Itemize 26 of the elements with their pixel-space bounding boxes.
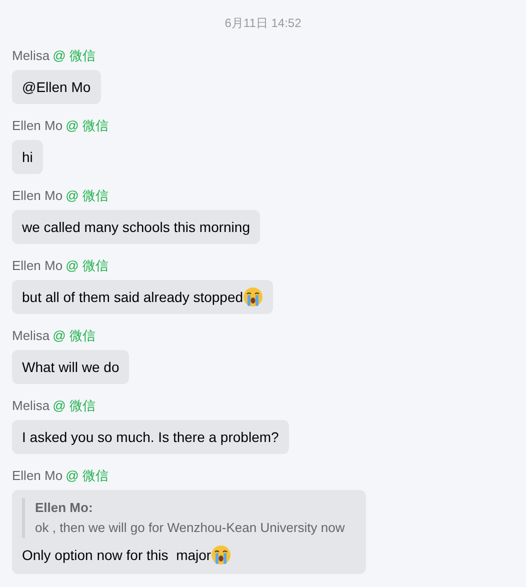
source-label: @ 微信 <box>66 467 108 486</box>
source-label: @ 微信 <box>52 47 96 66</box>
message-text: @Ellen Mo <box>22 78 91 96</box>
crying-face-icon <box>211 545 232 565</box>
message-text: but all of them said already stopped <box>22 288 244 307</box>
source-label: @ 微信 <box>66 117 108 136</box>
sender-name: Ellen Mo <box>12 257 63 276</box>
source-label: @ 微信 <box>66 257 108 276</box>
crying-face-icon <box>243 287 264 307</box>
source-label: @ 微信 <box>66 187 108 206</box>
quote-author: Ellen Mo: <box>35 499 94 517</box>
message-text: What will we do <box>22 358 120 376</box>
sender-name: Melisa <box>12 327 50 346</box>
timestamp: 6月11日 14:52 <box>224 15 302 31</box>
source-label: @ 微信 <box>52 397 96 416</box>
message-text: hi <box>22 148 33 166</box>
sender-name: Melisa <box>12 397 50 416</box>
source-label: @ 微信 <box>52 327 96 346</box>
message-text: I asked you so much. Is there a problem? <box>22 428 279 447</box>
sender-name: Melisa <box>12 47 50 66</box>
sender-name: Ellen Mo <box>12 467 63 486</box>
message-text: we called many schools this morning <box>22 218 250 237</box>
quote-text: ok , then we will go for Wenzhou-Kean University now <box>35 519 346 537</box>
message-text: Only option now for this major <box>22 546 212 565</box>
sender-name: Ellen Mo <box>12 117 63 136</box>
sender-name: Ellen Mo <box>12 187 63 206</box>
